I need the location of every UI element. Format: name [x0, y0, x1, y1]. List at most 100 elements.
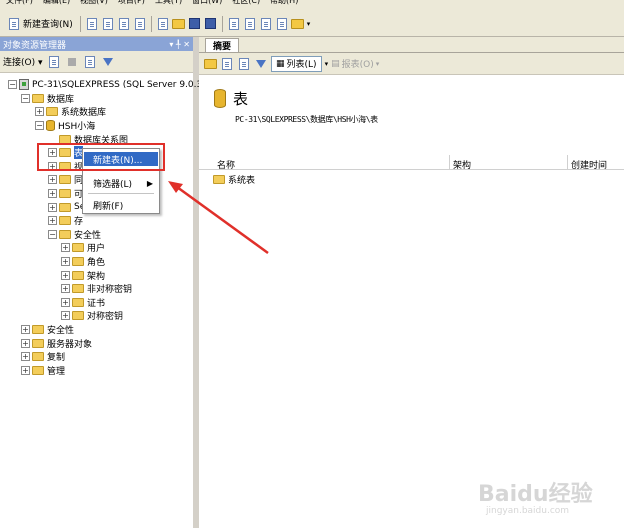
mobile-query-icon[interactable] [133, 17, 147, 31]
tree-node-management[interactable]: + 管理 [0, 363, 193, 377]
disconnect-icon[interactable] [47, 55, 61, 69]
expand-icon[interactable]: + [61, 243, 70, 253]
list-dropdown-icon[interactable]: ▾ [325, 60, 329, 68]
list-item[interactable]: 系统表 [213, 173, 255, 186]
expand-icon[interactable]: + [48, 189, 57, 199]
open-folder-icon[interactable] [172, 17, 186, 31]
tree-node-server[interactable]: − PC-31\SQLEXPRESS (SQL Server 9.0.3042 … [0, 78, 226, 92]
report-button[interactable]: ▤ 报表(O) ▾ [331, 57, 379, 71]
menu-view[interactable]: 视图(V) [80, 0, 108, 11]
highlight-box [37, 143, 165, 171]
save-icon[interactable] [188, 17, 202, 31]
column-divider[interactable] [567, 155, 568, 170]
roles-label: 角色 [87, 258, 106, 269]
refresh-icon[interactable] [237, 57, 251, 71]
menu-separator [88, 193, 154, 194]
tab-summary-label: 摘要 [213, 42, 232, 52]
expand-icon[interactable]: + [21, 352, 30, 362]
tree-node-security[interactable]: + 安全性 [0, 323, 193, 337]
collapse-icon[interactable]: − [8, 80, 17, 90]
registered-servers-icon[interactable] [227, 17, 241, 31]
filter-icon[interactable] [254, 57, 268, 71]
tree-node-schemas[interactable]: + 架构 [0, 268, 193, 282]
tree-node-system-databases[interactable]: + 系统数据库 [0, 105, 193, 119]
column-header-name[interactable]: 名称 [217, 158, 235, 171]
new-file-icon[interactable] [85, 17, 99, 31]
expand-icon[interactable]: + [21, 338, 30, 348]
refresh-label: 刷新(F) [93, 201, 124, 212]
folder-icon [213, 175, 225, 184]
menu-file[interactable]: 文件(F) [6, 0, 33, 11]
collapse-icon[interactable]: − [35, 121, 44, 131]
security-label: 安全性 [47, 325, 75, 336]
certificates-label: 证书 [87, 298, 106, 309]
tree-node-roles[interactable]: + 角色 [0, 255, 193, 269]
expand-icon[interactable]: + [61, 270, 70, 280]
expand-icon[interactable]: + [61, 311, 70, 321]
tree-node-users[interactable]: + 用户 [0, 241, 193, 255]
analysis-query-icon[interactable] [117, 17, 131, 31]
filter-icon[interactable] [101, 55, 115, 69]
menu-edit[interactable]: 编辑(E) [43, 0, 70, 11]
expand-icon[interactable]: + [61, 297, 70, 307]
collapse-icon[interactable]: − [48, 229, 57, 239]
new-query-button[interactable]: 新建查询(N) [4, 15, 76, 33]
properties-icon[interactable] [275, 17, 289, 31]
tree-node-storage[interactable]: + 存 [0, 214, 193, 228]
tree-node-asym-keys[interactable]: + 非对称密钥 [0, 282, 193, 296]
up-level-icon[interactable] [203, 57, 217, 71]
folder-icon [72, 243, 84, 253]
connect-dropdown[interactable]: 连接(O) ▾ [3, 55, 43, 68]
filter-label: 筛选器(L) [93, 179, 133, 190]
database-engine-query-icon[interactable] [101, 17, 115, 31]
menu-help[interactable]: 帮助(H) [270, 0, 298, 11]
expand-icon[interactable]: + [35, 107, 44, 117]
menu-project[interactable]: 项目(P) [118, 0, 145, 11]
expand-icon[interactable]: + [61, 257, 70, 267]
system-tables-label: 系统表 [228, 176, 256, 186]
expand-icon[interactable]: + [48, 216, 57, 226]
refresh-icon[interactable] [83, 55, 97, 69]
tree-node-replication[interactable]: + 复制 [0, 350, 193, 364]
toolbox-icon[interactable] [291, 17, 305, 31]
sync-icon[interactable] [220, 57, 234, 71]
folder-icon [32, 324, 44, 334]
new-item-icon[interactable] [156, 17, 170, 31]
menu-tools[interactable]: 工具(T) [155, 0, 182, 11]
ssms-window: 文件(F) 编辑(E) 视图(V) 项目(P) 工具(T) 窗口(W) 社区(C… [0, 0, 624, 528]
tab-summary[interactable]: 摘要 [205, 38, 240, 52]
toolbar-overflow-icon[interactable]: ▾ [307, 20, 311, 28]
menu-item-refresh[interactable]: 刷新(F) [84, 198, 158, 212]
expand-icon[interactable]: + [21, 365, 30, 375]
expand-icon[interactable]: + [21, 324, 30, 334]
expand-icon[interactable]: + [48, 175, 57, 185]
tree-node-databases[interactable]: − 数据库 [0, 92, 193, 106]
tree-node-database[interactable]: − HSH小海 [0, 119, 193, 133]
column-header-created[interactable]: 创建时间 [571, 158, 607, 171]
tree-node-sym-keys[interactable]: + 对称密钥 [0, 309, 193, 323]
menu-window[interactable]: 窗口(W) [192, 0, 222, 11]
report-icon: ▤ [331, 58, 340, 69]
folder-icon [32, 338, 44, 348]
collapse-icon[interactable]: − [21, 93, 30, 103]
tree-node-certificates[interactable]: + 证书 [0, 296, 193, 310]
column-divider[interactable] [449, 155, 450, 170]
folder-icon [59, 216, 71, 226]
expand-icon[interactable]: + [48, 202, 57, 212]
menu-community[interactable]: 社区(C) [232, 0, 260, 11]
column-header-schema[interactable]: 架构 [453, 158, 471, 171]
tree-node-db-security[interactable]: − 安全性 [0, 228, 193, 242]
list-view-button[interactable]: ▦ 列表(L) [271, 55, 322, 72]
object-explorer-title: 对象资源管理器 [3, 40, 67, 51]
stop-icon[interactable] [65, 55, 79, 69]
save-all-icon[interactable] [204, 17, 218, 31]
object-explorer-icon[interactable] [243, 17, 257, 31]
tree-node-server-objects[interactable]: + 服务器对象 [0, 336, 193, 350]
menu-item-filter[interactable]: 筛选器(L) ▶ [84, 176, 158, 190]
template-explorer-icon[interactable] [259, 17, 273, 31]
expand-icon[interactable]: + [61, 284, 70, 294]
folder-icon [32, 352, 44, 362]
toolbar-separator [79, 15, 81, 32]
watermark-url: jingyan.baidu.com [486, 506, 570, 516]
panel-controls[interactable]: ▾ ╀ ✕ [169, 40, 190, 49]
